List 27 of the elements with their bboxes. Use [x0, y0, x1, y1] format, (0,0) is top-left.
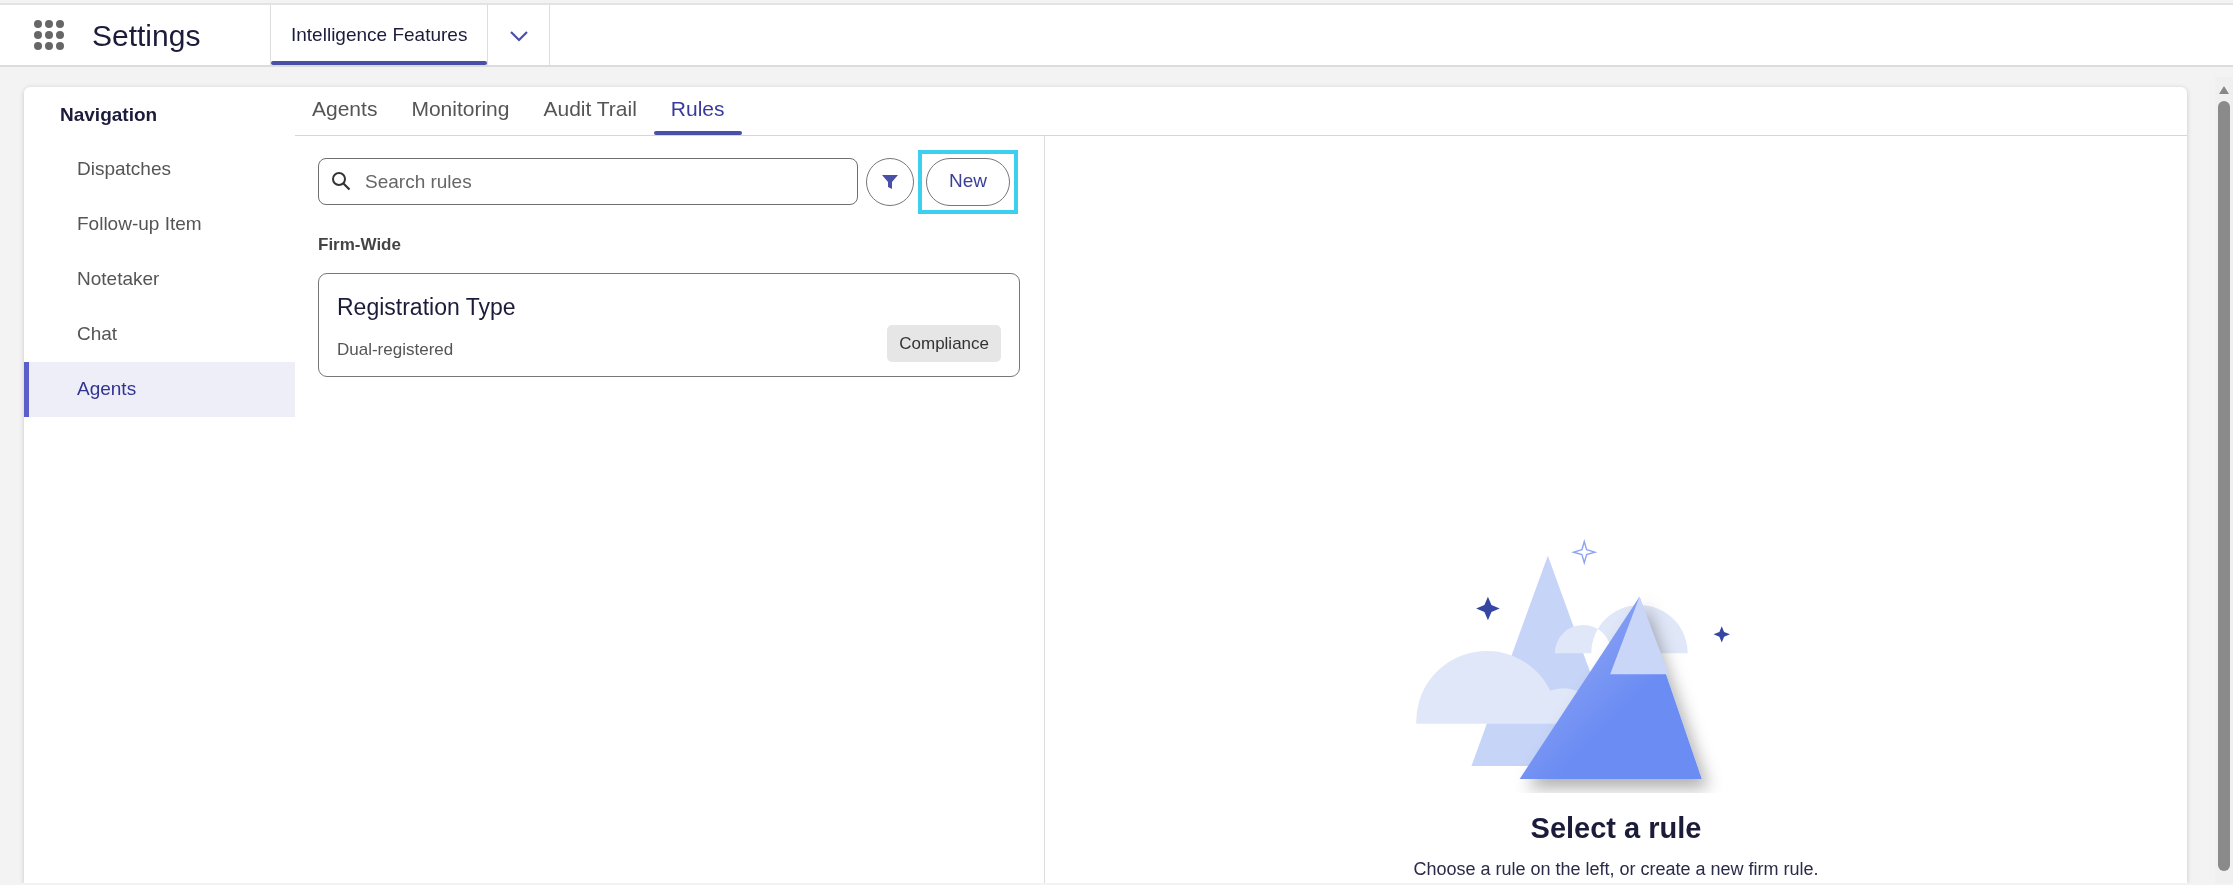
- search-field[interactable]: Search rules: [318, 158, 858, 205]
- nav-item[interactable]: Dispatches: [24, 141, 295, 197]
- tab[interactable]: Rules: [653, 79, 742, 135]
- new-button[interactable]: New: [926, 157, 1010, 206]
- tab[interactable]: Monitoring: [394, 79, 527, 135]
- category-tag: Compliance: [887, 324, 1001, 362]
- filter-button[interactable]: [866, 157, 914, 206]
- tab[interactable]: Audit Trail: [526, 79, 654, 135]
- chevron-down-icon: [508, 29, 529, 42]
- empty-state-title: Select a rule: [1530, 810, 1702, 846]
- section-heading: Firm-Wide: [318, 233, 402, 256]
- rule-subtitle: Dual-registered: [337, 338, 454, 361]
- empty-state-message: Choose a rule on the left, or create a new firm rule.: [1413, 858, 1819, 881]
- scrollbar-thumb[interactable]: [2218, 101, 2230, 871]
- rule-title: Registration Type: [337, 293, 517, 322]
- search-icon: [331, 171, 351, 191]
- app-title: Settings: [92, 17, 202, 54]
- app-launcher-icon[interactable]: [33, 19, 65, 51]
- tab[interactable]: Agents: [295, 79, 395, 135]
- nav-item[interactable]: Follow-up Item: [24, 196, 295, 252]
- nav-item[interactable]: Agents: [24, 361, 295, 417]
- scroll-up-icon[interactable]: [2218, 85, 2230, 95]
- app-tab[interactable]: Intelligence Features: [271, 5, 489, 65]
- nav-item[interactable]: Chat: [24, 306, 295, 362]
- nav-item[interactable]: Notetaker: [24, 251, 295, 307]
- rule-card[interactable]: Registration Type Dual-registered Compliance: [318, 273, 1020, 377]
- navigation-heading: Navigation: [59, 103, 159, 127]
